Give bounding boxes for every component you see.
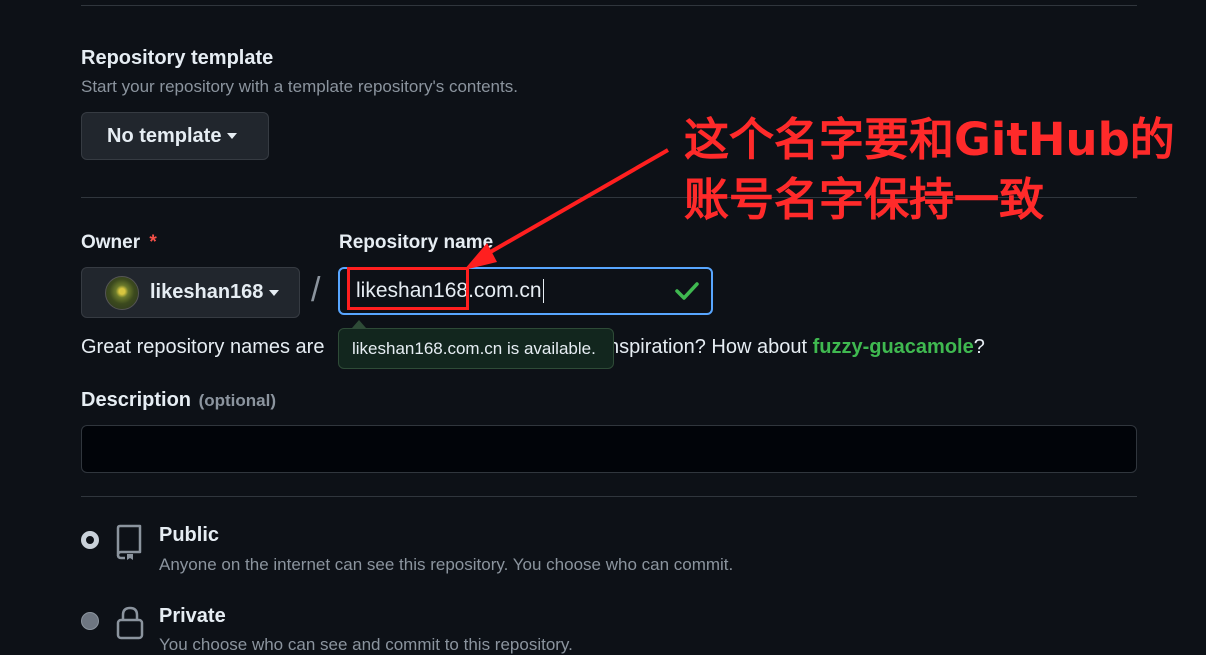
availability-tooltip: likeshan168.com.cn is available. <box>338 328 614 369</box>
hint-end: ? <box>973 336 985 358</box>
public-title: Public <box>159 524 220 546</box>
annotation-text-line2: 账号名字保持一致 <box>684 173 1045 226</box>
public-radio[interactable] <box>81 531 99 549</box>
description-label: Description <box>81 389 192 411</box>
private-description: You choose who can see and commit to thi… <box>159 635 573 654</box>
hint-prefix: Great repository names are <box>81 336 325 358</box>
name-suggestion-link[interactable]: fuzzy-guacamole <box>813 336 974 358</box>
annotation-text-line1: 这个名字要和GitHub的 <box>684 113 1175 166</box>
lock-icon <box>116 606 144 640</box>
private-radio[interactable] <box>81 612 99 630</box>
hint-suffix-row: nspiration? How about fuzzy-guacamole? <box>608 336 985 359</box>
tooltip-arrow <box>352 320 366 328</box>
description-label-row: Description (optional) <box>81 389 276 412</box>
repo-book-icon <box>116 524 142 560</box>
private-title: Private <box>159 605 226 627</box>
section-divider-2 <box>81 496 1137 497</box>
description-input[interactable] <box>81 425 1137 473</box>
hint-suffix: nspiration? How about <box>608 336 808 358</box>
optional-label: (optional) <box>198 391 277 410</box>
public-description: Anyone on the internet can see this repo… <box>159 555 734 574</box>
